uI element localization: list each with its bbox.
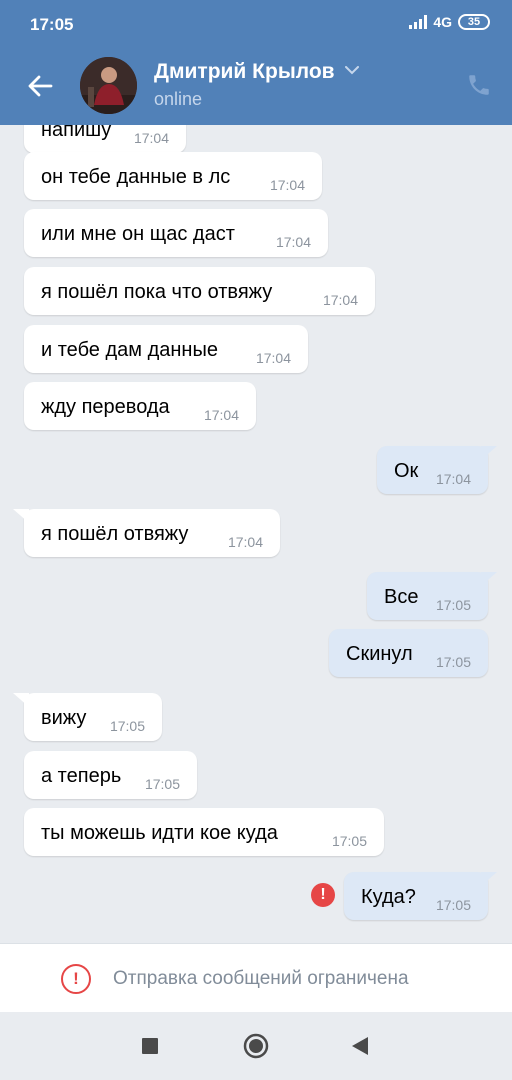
triangle-back-icon [352, 1037, 368, 1055]
network-type: 4G [433, 14, 452, 30]
restriction-text: Отправка сообщений ограничена [113, 968, 409, 989]
message-text: а теперь [41, 765, 122, 787]
status-icons: 4G 35 [409, 14, 490, 30]
status-time: 17:05 [30, 15, 74, 34]
message-time: 17:05 [435, 897, 471, 913]
square-icon [142, 1038, 158, 1054]
message-time: 17:04 [275, 234, 311, 250]
phone-icon [469, 75, 489, 95]
message-text: Куда? [361, 886, 416, 908]
back-button[interactable] [22, 68, 58, 104]
message-bubble-outgoing[interactable]: Куда? 17:05 [344, 872, 497, 920]
bubble-tail [481, 872, 497, 886]
message-bubble-incoming[interactable]: я пошёл отвяжу 17:04 [13, 509, 280, 557]
message-time: 17:05 [109, 718, 145, 734]
message-text: вижу [41, 707, 87, 729]
contact-name[interactable]: Дмитрий Крылов [154, 60, 335, 84]
message-bubble-incoming[interactable]: вижу 17:05 [13, 693, 162, 741]
battery-icon: 35 [458, 14, 490, 30]
message-bubble-outgoing[interactable]: Ок 17:04 [377, 446, 497, 494]
signal-icon [409, 15, 428, 29]
message-bubble-incoming[interactable]: я пошёл пока что отвяжу 17:04 [24, 267, 375, 315]
message-time: 17:05 [144, 776, 180, 792]
bubble-tail [481, 572, 497, 586]
bubble-tail [481, 446, 497, 460]
message-time: 17:04 [203, 407, 239, 423]
message-time: 17:04 [322, 292, 358, 308]
message-bubble-incoming[interactable]: он тебе данные в лс 17:04 [24, 152, 322, 200]
system-nav-bar [0, 1012, 512, 1080]
battery-level: 35 [467, 16, 481, 28]
send-error-icon[interactable]: ! [311, 883, 335, 907]
message-time: 17:04 [435, 471, 471, 487]
call-button[interactable] [462, 68, 496, 102]
avatar-image [80, 57, 137, 114]
message-bubble-outgoing[interactable]: Все 17:05 [367, 572, 497, 620]
contact-status: online [154, 89, 203, 109]
home-button[interactable] [242, 1032, 270, 1060]
circle-icon [243, 1033, 269, 1059]
message-bubble-outgoing[interactable]: Скинул 17:05 [329, 629, 488, 677]
message-time: 17:05 [435, 654, 471, 670]
exclamation-icon: ! [61, 964, 91, 994]
message-bubble-incoming[interactable]: а теперь 17:05 [24, 751, 197, 799]
avatar[interactable] [80, 57, 137, 114]
message-text: ты можешь идти кое куда [41, 822, 278, 844]
back-nav-button[interactable] [346, 1032, 374, 1060]
message-bubble-incoming[interactable]: и тебе дам данные 17:04 [24, 325, 308, 373]
message-bubble-incoming[interactable]: жду перевода 17:04 [24, 382, 256, 430]
chevron-down-icon[interactable] [345, 66, 359, 75]
message-time: 17:04 [227, 534, 263, 550]
messaging-restricted-bar: ! Отправка сообщений ограничена [0, 943, 512, 1012]
bubble-tail [13, 693, 29, 707]
message-bubble-incoming[interactable]: или мне он щас даст 17:04 [24, 209, 328, 257]
message-text: я пошёл отвяжу [41, 523, 189, 545]
message-text: или мне он щас даст [41, 223, 235, 245]
bubble-tail [13, 509, 29, 523]
message-text: я пошёл пока что отвяжу [41, 281, 273, 303]
message-text: и тебе дам данные [41, 339, 218, 361]
message-time: 17:04 [269, 177, 305, 193]
arrow-left-icon [28, 75, 53, 97]
message-text: Ок [394, 460, 419, 482]
recents-button[interactable] [136, 1032, 164, 1060]
message-time: 17:05 [435, 597, 471, 613]
message-time: 17:04 [255, 350, 291, 366]
message-time: 17:05 [331, 833, 367, 849]
message-text: Скинул [346, 643, 413, 665]
message-text: он тебе данные в лс [41, 166, 231, 188]
message-text: жду перевода [41, 396, 170, 418]
message-bubble-incoming[interactable]: ты можешь идти кое куда 17:05 [24, 808, 384, 856]
chat-header: 17:05 4G 35 Дмитрий Крылов online [0, 0, 512, 125]
message-text: Все [384, 586, 419, 608]
status-bar: 17:05 4G 35 [0, 0, 512, 50]
message-time: 17:04 [133, 130, 169, 146]
